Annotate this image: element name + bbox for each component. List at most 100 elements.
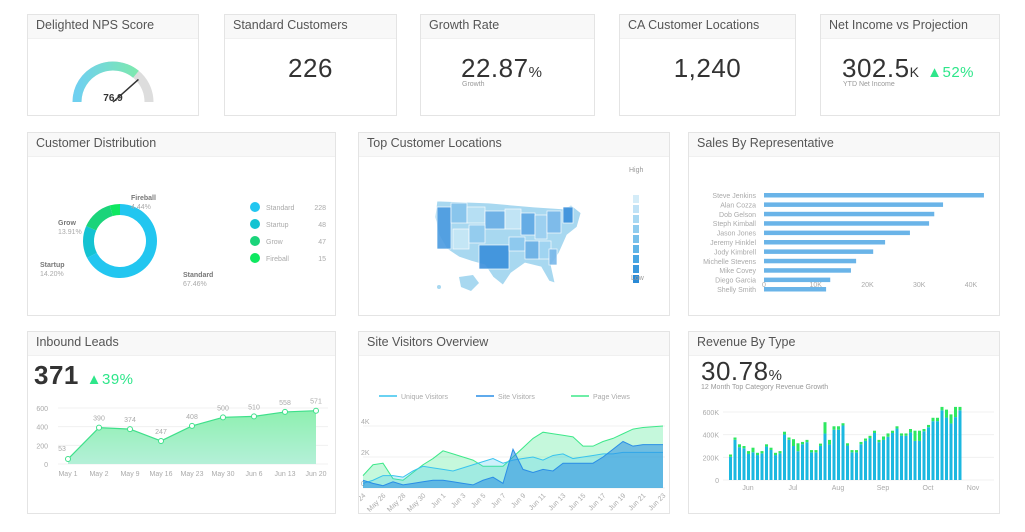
leads-point: [251, 413, 257, 420]
y-tick: 2K: [361, 450, 370, 457]
revenue-bar-base: [873, 432, 876, 480]
revenue-bar-base: [900, 435, 903, 480]
top-locations-card: Top Customer Locations High Low: [358, 132, 670, 316]
y-tick: 4K: [361, 419, 370, 426]
revenue-bar-top: [945, 409, 948, 418]
data-label: 500: [217, 405, 229, 412]
legend-count: 15: [318, 256, 326, 263]
revenue-bar-base: [868, 438, 872, 480]
revenue-bar-base: [738, 447, 741, 480]
revenue-bar-top: [787, 437, 791, 440]
y-tick: 0: [44, 462, 48, 469]
sales-bar-chart: Steve Jenkins Alan Cozza Dob Gelson Steph K…: [703, 193, 984, 294]
x-tick: Jun 9: [510, 492, 527, 509]
revenue-card: Revenue By Type 30.78% 12 Month Top Cate…: [688, 331, 1000, 514]
revenue-bar-base: [805, 442, 809, 480]
revenue-bar-base: [819, 445, 822, 480]
revenue-bar-top: [882, 436, 885, 440]
state: [436, 206, 452, 250]
slice-label: Standard: [183, 272, 213, 279]
revenue-bar-base: [828, 444, 831, 480]
legend-low: Low: [631, 275, 644, 282]
state: [452, 228, 470, 250]
donut-chart: Standard 67.46% Standard 228 Startup 14.20% St…: [40, 195, 326, 288]
x-tick: Jun 19: [608, 492, 628, 512]
revenue-bar-top: [747, 451, 750, 454]
rep-name: Steph Kimball: [713, 221, 757, 228]
x-tick: Jun 7: [490, 492, 507, 509]
revenue-bar-base: [810, 452, 813, 480]
growth-rate-card: Growth Rate 22.87% Growth: [420, 14, 595, 116]
card-title: Revenue By Type: [689, 332, 999, 356]
legend-swatch: [633, 235, 639, 243]
revenue-bar-top: [801, 441, 804, 445]
legend-dot: [250, 253, 260, 263]
x-tick: May 2: [89, 471, 108, 478]
revenue-bar-base: [747, 453, 750, 480]
revenue-bar-top: [936, 417, 939, 422]
leads-point: [189, 422, 195, 429]
revenue-bar-top: [742, 446, 746, 449]
revenue-bar-top: [909, 429, 912, 433]
rep-name: Dob Gelson: [719, 212, 756, 219]
legend-dot: [250, 219, 260, 229]
revenue-bar-top: [891, 430, 894, 433]
revenue-bar-top: [778, 451, 782, 454]
revenue-bar-base: [787, 439, 791, 480]
card-title: Sales By Representative: [689, 133, 999, 157]
card-title: Top Customer Locations: [359, 133, 669, 157]
y-tick: 0: [715, 478, 719, 485]
revenue-bar-top: [765, 444, 768, 447]
revenue-bar-base: [733, 439, 737, 480]
revenue-bar-base: [913, 440, 917, 480]
revenue-bar-top: [819, 443, 822, 446]
rep-name: Jeremy Hinklel: [710, 240, 756, 247]
revenue-bar-base: [904, 435, 908, 480]
rep-name: Jason Jones: [717, 231, 757, 238]
legend-swatch: [633, 245, 639, 253]
rep-name: Shelly Smith: [717, 287, 756, 294]
revenue-bar-top: [900, 433, 903, 436]
card-title: Site Visitors Overview: [359, 332, 669, 356]
revenue-chart: 0 200K 400K 600K Jun Jul Aug Sep Oct Nov: [703, 406, 994, 492]
revenue-bar-top: [918, 430, 921, 441]
revenue-bar-top: [958, 406, 962, 411]
revenue-bar-base: [891, 432, 894, 480]
rep-bar: [764, 249, 874, 254]
revenue-bar-top: [828, 439, 831, 445]
data-label: 558: [279, 400, 291, 407]
x-tick: Jun 1: [430, 492, 447, 509]
revenue-bar-top: [769, 447, 773, 450]
rep-name: Alan Cozza: [720, 202, 756, 209]
revenue-bar-top: [738, 444, 741, 448]
revenue-bar-base: [895, 428, 899, 480]
state: [524, 240, 540, 260]
data-label: 408: [186, 414, 198, 421]
customer-distribution-card: Customer Distribution Standard 67.46% Stan…: [27, 132, 336, 316]
state: [562, 206, 574, 224]
rep-bar: [764, 211, 935, 217]
standard-customers-card: Standard Customers 226: [224, 14, 397, 116]
x-tick: 10K: [810, 282, 823, 289]
card-title: Net Income vs Projection: [821, 15, 999, 39]
revenue-bar-base: [814, 452, 818, 480]
revenue-bar-base: [729, 456, 732, 480]
x-tick: Jun: [742, 485, 753, 492]
sales-rep-card: Sales By Representative Steve Jenkins Ala…: [688, 132, 1000, 316]
revenue-bar-base: [877, 442, 881, 480]
revenue-bar-top: [751, 447, 755, 453]
data-label: 247: [155, 429, 167, 436]
x-tick: May 30: [212, 471, 235, 478]
slice-label: Grow: [58, 220, 76, 227]
revenue-bar-base: [931, 421, 935, 480]
alaska: [459, 275, 479, 291]
legend-label: Site Visitors: [498, 394, 535, 401]
x-tick: 40K: [965, 282, 978, 289]
x-tick: 20K: [861, 282, 874, 289]
rep-name: Michelle Stevens: [703, 259, 756, 266]
revenue-bar-base: [846, 445, 849, 480]
state: [534, 214, 548, 240]
leads-point: [158, 437, 164, 444]
revenue-bar-top: [850, 450, 854, 453]
rep-bar: [764, 258, 857, 264]
